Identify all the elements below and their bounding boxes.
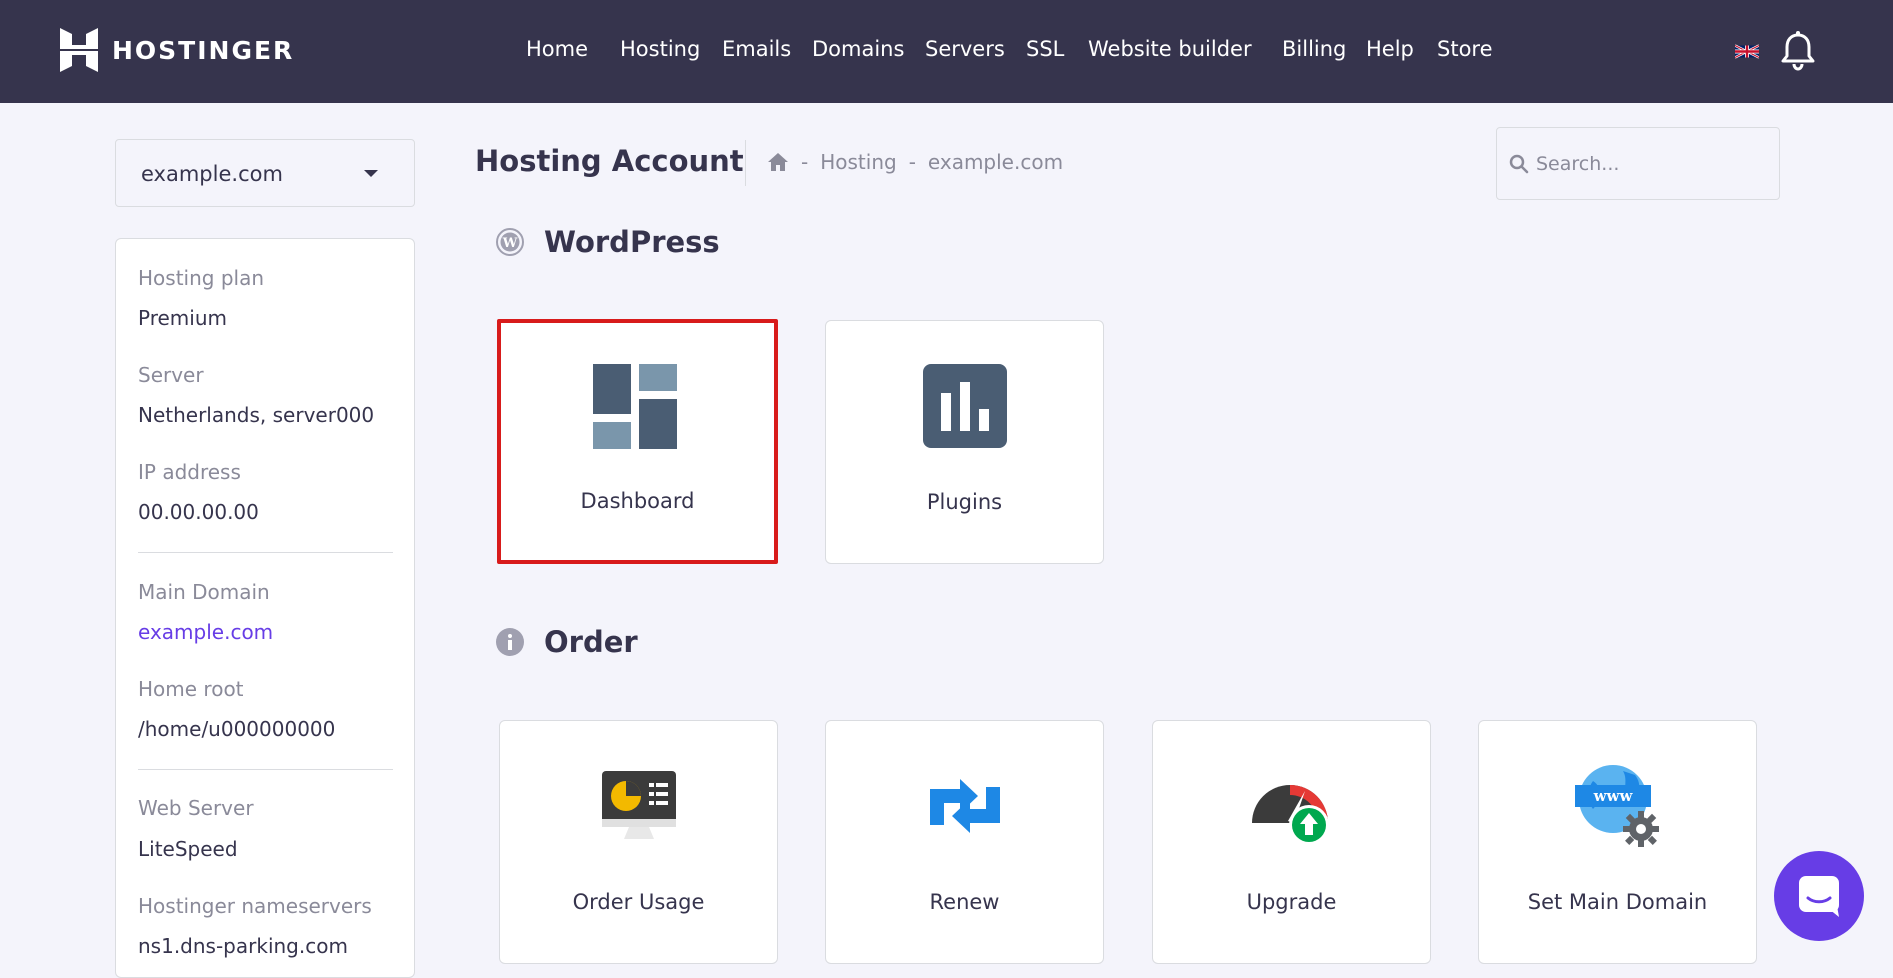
breadcrumb-hosting[interactable]: Hosting [820,150,896,174]
upgrade-label: Upgrade [1246,890,1337,914]
dashboard-icon [592,364,677,449]
order-section-title: Order [544,625,638,659]
nav-hosting[interactable]: Hosting [620,37,700,61]
nameservers-label: Hostinger nameservers [138,894,372,918]
hosting-plan-label: Hosting plan [138,266,265,290]
ip-address-label: IP address [138,460,241,484]
hosting-plan-value: Premium [138,306,227,330]
upgrade-icon [1251,785,1329,845]
nav-help[interactable]: Help [1366,37,1414,61]
live-chat-button[interactable] [1774,851,1864,941]
breadcrumb-separator: - [801,150,809,174]
renew-label: Renew [929,890,1000,914]
title-divider [745,140,746,186]
brand-name: HOSTINGER [112,35,295,65]
wordpress-section-header: W WordPress [496,225,720,259]
chevron-down-icon [364,170,378,177]
divider [138,769,393,770]
order-usage-icon [601,771,676,839]
dashboard-label: Dashboard [580,489,695,513]
breadcrumb-domain: example.com [927,150,1064,174]
hostinger-logo-icon [60,28,98,72]
home-root-label: Home root [138,677,244,701]
hostinger-logo[interactable]: HOSTINGER [60,28,294,72]
breadcrumb-separator: - [908,150,916,174]
nav-emails[interactable]: Emails [722,37,791,61]
notification-bell-icon[interactable] [1780,31,1816,71]
web-server-label: Web Server [138,796,254,820]
home-root-value: /home/u000000000 [138,717,336,741]
order-usage-tile[interactable]: Order Usage [499,720,778,964]
search-icon [1509,154,1529,174]
plugins-label: Plugins [926,490,1003,514]
domain-select-value: example.com [141,162,283,186]
dashboard-tile[interactable]: Dashboard [497,319,778,564]
svg-text:W: W [502,236,518,251]
server-value: Netherlands, server000 [138,403,375,427]
search-box[interactable] [1496,127,1780,200]
wordpress-section-title: WordPress [544,225,720,259]
breadcrumb: - Hosting - example.com [767,150,1063,174]
search-input[interactable] [1534,146,1764,182]
order-usage-label: Order Usage [572,890,705,914]
chat-icon [1799,876,1839,917]
nav-servers[interactable]: Servers [925,37,1005,61]
order-section-header: Order [496,625,638,659]
top-navbar: HOSTINGER Home Hosting Emails Domains Se… [0,0,1893,103]
plugins-icon [922,364,1007,448]
main-domain-link[interactable]: example.com [138,620,273,644]
nav-website-builder[interactable]: Website builder [1088,37,1252,61]
server-label: Server [138,363,204,387]
domain-select[interactable]: example.com [115,139,415,207]
main-domain-label: Main Domain [138,580,270,604]
set-main-domain-label: Set Main Domain [1527,890,1708,914]
nav-store[interactable]: Store [1437,37,1493,61]
info-circle-icon [496,628,524,656]
nav-billing[interactable]: Billing [1282,37,1346,61]
plugins-tile[interactable]: Plugins [825,320,1104,564]
nav-domains[interactable]: Domains [812,37,904,61]
nav-home[interactable]: Home [526,37,588,61]
nameserver-value: ns1.dns-parking.com [138,934,348,958]
hosting-info-card: Hosting plan Premium Server Netherlands,… [115,238,415,978]
page-title: Hosting Account [475,144,744,178]
web-server-value: LiteSpeed [138,837,238,861]
renew-icon [929,779,1000,833]
set-main-domain-icon: www [1574,765,1659,847]
wordpress-icon: W [496,228,524,256]
uk-flag-icon[interactable] [1735,43,1759,60]
renew-tile[interactable]: Renew [825,720,1104,964]
ip-address-value: 00.00.00.00 [138,500,259,524]
upgrade-tile[interactable]: Upgrade [1152,720,1431,964]
set-main-domain-tile[interactable]: www Set Main Domain [1478,720,1757,964]
svg-text:www: www [1592,787,1633,805]
home-icon[interactable] [767,152,789,172]
nav-ssl[interactable]: SSL [1026,37,1064,61]
divider [138,552,393,553]
